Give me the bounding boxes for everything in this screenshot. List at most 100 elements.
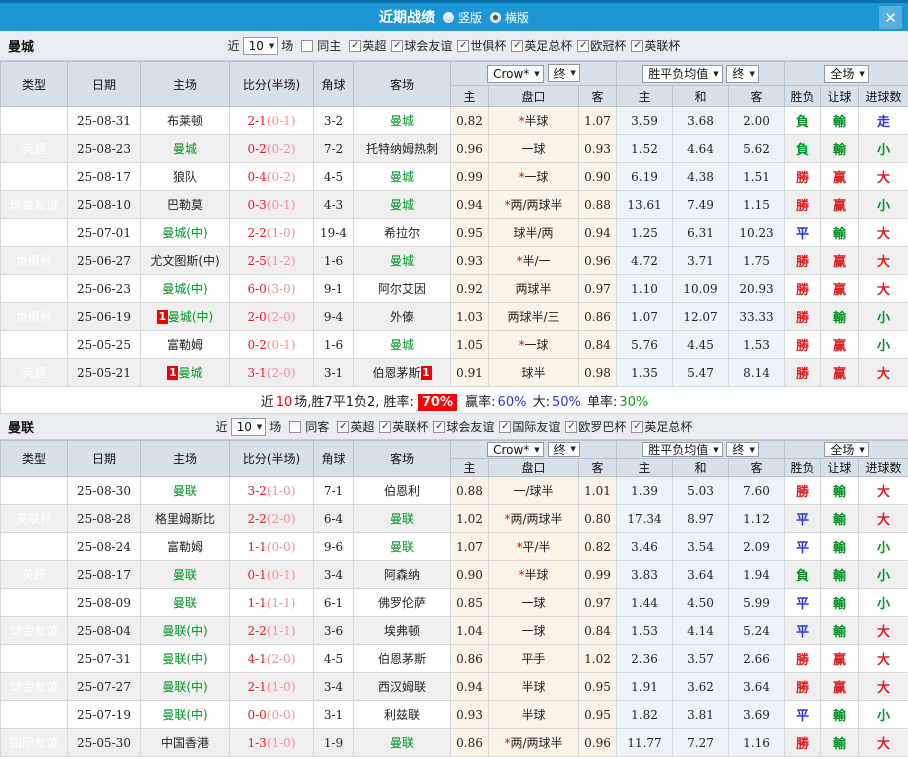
away-team[interactable]: 伯恩茅斯1	[354, 359, 451, 387]
home-team-name[interactable]: 曼联(中)	[162, 624, 207, 638]
home-team[interactable]: 曼城	[141, 135, 230, 163]
away-team[interactable]: 曼城	[354, 247, 451, 275]
scope-select[interactable]: 全场▼	[824, 65, 868, 83]
home-team-name[interactable]: 曼联	[173, 484, 197, 498]
home-team[interactable]: 曼城(中)	[141, 219, 230, 247]
checkbox-checked-icon[interactable]: ✓	[433, 421, 445, 433]
home-team[interactable]: 布莱顿	[141, 107, 230, 135]
checkbox-checked-icon[interactable]: ✓	[379, 421, 391, 433]
layout-horizontal-option[interactable]: 横版	[490, 9, 529, 26]
scope-select[interactable]: 全场▼	[824, 442, 868, 457]
home-team[interactable]: 富勒姆	[141, 533, 230, 561]
away-team[interactable]: 曼联	[354, 505, 451, 533]
home-team[interactable]: 曼联	[141, 589, 230, 617]
away-team-name[interactable]: 希拉尔	[384, 226, 420, 240]
home-team[interactable]: 中国香港	[141, 729, 230, 757]
home-team[interactable]: 曼联(中)	[141, 645, 230, 673]
home-team-name[interactable]: 巴勒莫	[167, 198, 203, 212]
away-team[interactable]: 曼联	[354, 533, 451, 561]
away-team[interactable]: 外傣	[354, 303, 451, 331]
checkbox-checked-icon[interactable]: ✓	[499, 421, 511, 433]
away-team[interactable]: 埃弗顿	[354, 617, 451, 645]
home-team[interactable]: 曼联	[141, 561, 230, 589]
away-team-name[interactable]: 伯恩茅斯	[372, 366, 420, 380]
home-team[interactable]: 曼联	[141, 477, 230, 505]
away-team[interactable]: 阿尔艾因	[354, 275, 451, 303]
home-team-name[interactable]: 富勒姆	[167, 540, 203, 554]
home-team-name[interactable]: 中国香港	[161, 736, 209, 750]
checkbox-checked-icon[interactable]: ✓	[457, 40, 469, 52]
away-team-name[interactable]: 利兹联	[384, 708, 420, 722]
odds-time-select[interactable]: 终▼	[548, 64, 580, 82]
away-team[interactable]: 曼城	[354, 331, 451, 359]
away-team[interactable]: 阿森纳	[354, 561, 451, 589]
radio-selected-icon[interactable]	[490, 12, 501, 23]
away-team-name[interactable]: 曼联	[390, 736, 414, 750]
home-team[interactable]: 曼联(中)	[141, 617, 230, 645]
checkbox-checked-icon[interactable]: ✓	[577, 40, 589, 52]
close-button[interactable]: ✕	[879, 6, 902, 29]
home-team-name[interactable]: 曼联(中)	[162, 652, 207, 666]
away-team[interactable]: 希拉尔	[354, 219, 451, 247]
home-team[interactable]: 1曼城(中)	[141, 303, 230, 331]
away-team-name[interactable]: 西汉姆联	[378, 680, 426, 694]
away-team[interactable]: 托特纳姆热刺	[354, 135, 451, 163]
away-team-name[interactable]: 曼城	[390, 198, 414, 212]
bookmaker-select[interactable]: Crow*▼	[487, 442, 544, 457]
away-team[interactable]: 曼联	[354, 729, 451, 757]
away-team[interactable]: 曼城	[354, 107, 451, 135]
home-team[interactable]: 尤文图斯(中)	[141, 247, 230, 275]
home-team-name[interactable]: 尤文图斯(中)	[150, 254, 219, 268]
home-team[interactable]: 1曼城	[141, 359, 230, 387]
away-team-name[interactable]: 埃弗顿	[384, 624, 420, 638]
home-team-name[interactable]: 曼城(中)	[162, 226, 207, 240]
home-team-name[interactable]: 曼城(中)	[168, 310, 213, 324]
euro-avg-select[interactable]: 胜平负均值▼	[642, 65, 722, 83]
checkbox-checked-icon[interactable]: ✓	[631, 421, 643, 433]
away-team-name[interactable]: 曼城	[390, 170, 414, 184]
match-count-select[interactable]: 10▼	[231, 418, 267, 436]
away-team-name[interactable]: 阿森纳	[384, 568, 420, 582]
odds-time-select[interactable]: 终▼	[548, 442, 580, 457]
checkbox-checked-icon[interactable]: ✓	[337, 421, 349, 433]
home-team-name[interactable]: 曼联	[173, 568, 197, 582]
radio-unselected-icon[interactable]	[443, 12, 454, 23]
home-team-name[interactable]: 曼城	[178, 366, 202, 380]
home-team[interactable]: 曼城(中)	[141, 275, 230, 303]
home-team-name[interactable]: 曼联(中)	[162, 680, 207, 694]
checkbox-checked-icon[interactable]: ✓	[631, 40, 643, 52]
home-team[interactable]: 巴勒莫	[141, 191, 230, 219]
home-team-name[interactable]: 曼城	[173, 142, 197, 156]
away-team[interactable]: 曼城	[354, 163, 451, 191]
layout-vertical-option[interactable]: 竖版	[443, 9, 482, 26]
away-team[interactable]: 佛罗伦萨	[354, 589, 451, 617]
away-team-name[interactable]: 曼城	[390, 254, 414, 268]
euro-time-select[interactable]: 终▼	[726, 65, 758, 83]
home-team-name[interactable]: 布莱顿	[167, 114, 203, 128]
home-team[interactable]: 富勒姆	[141, 331, 230, 359]
home-team[interactable]: 曼联(中)	[141, 701, 230, 729]
bookmaker-select[interactable]: Crow*▼	[487, 65, 544, 83]
away-team[interactable]: 曼城	[354, 191, 451, 219]
home-team[interactable]: 曼联(中)	[141, 673, 230, 701]
away-team-name[interactable]: 伯恩茅斯	[378, 652, 426, 666]
away-team[interactable]: 利兹联	[354, 701, 451, 729]
away-team-name[interactable]: 曼城	[390, 114, 414, 128]
away-team-name[interactable]: 伯恩利	[384, 484, 420, 498]
home-team[interactable]: 狼队	[141, 163, 230, 191]
home-team-name[interactable]: 曼城(中)	[162, 282, 207, 296]
away-team[interactable]: 伯恩利	[354, 477, 451, 505]
checkbox-checked-icon[interactable]: ✓	[391, 40, 403, 52]
same-venue-checkbox[interactable]	[289, 421, 301, 433]
home-team-name[interactable]: 曼联(中)	[162, 708, 207, 722]
euro-avg-select[interactable]: 胜平负均值▼	[642, 442, 722, 457]
away-team-name[interactable]: 佛罗伦萨	[378, 596, 426, 610]
home-team-name[interactable]: 狼队	[173, 170, 197, 184]
away-team[interactable]: 伯恩茅斯	[354, 645, 451, 673]
away-team-name[interactable]: 托特纳姆热刺	[366, 142, 438, 156]
away-team-name[interactable]: 曼联	[390, 512, 414, 526]
away-team[interactable]: 西汉姆联	[354, 673, 451, 701]
euro-time-select[interactable]: 终▼	[726, 442, 758, 457]
same-venue-checkbox[interactable]	[301, 40, 313, 52]
away-team-name[interactable]: 外傣	[390, 310, 414, 324]
